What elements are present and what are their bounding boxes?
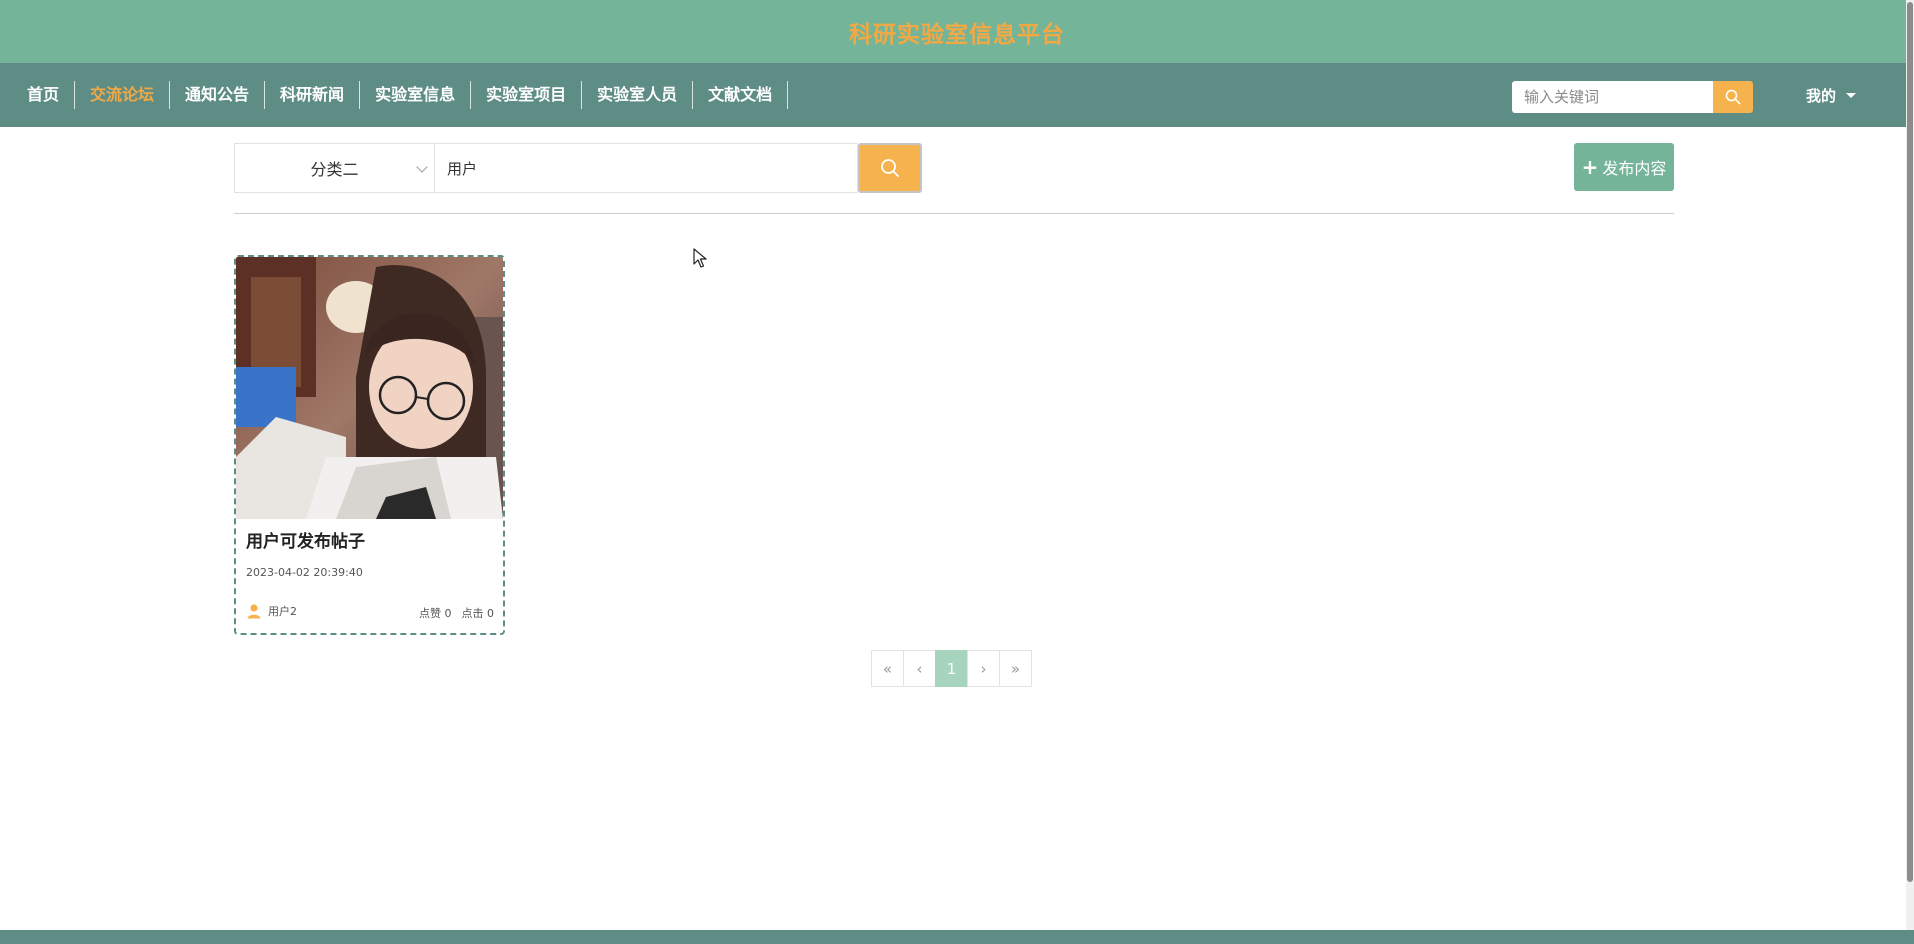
category-selected-value: 分类二 xyxy=(310,160,359,179)
keyword-input[interactable] xyxy=(434,143,858,193)
publish-button[interactable]: + 发布内容 xyxy=(1574,143,1674,191)
divider xyxy=(234,213,1674,214)
nav-list: 首页 交流论坛 通知公告 科研新闻 实验室信息 实验室项目 实验室人员 文献文档 xyxy=(12,63,789,127)
post-card[interactable]: 用户可发布帖子 2023-04-02 20:39:40 用户2 点赞 0 点击 … xyxy=(234,255,505,635)
nav-search xyxy=(1512,81,1753,113)
nav-item-lab-project[interactable]: 实验室项目 xyxy=(471,81,583,109)
category-select[interactable]: 分类二 xyxy=(234,143,434,193)
plus-icon: + xyxy=(1581,155,1599,179)
nav-item-home[interactable]: 首页 xyxy=(12,81,76,109)
nav-bar: 首页 交流论坛 通知公告 科研新闻 实验室信息 实验室项目 实验室人员 文献文档… xyxy=(0,63,1914,127)
page-number-button[interactable]: 1 xyxy=(935,650,968,687)
filter-row: 分类二 xyxy=(234,143,922,193)
post-image xyxy=(236,257,503,519)
post-stats: 点赞 0 点击 0 xyxy=(419,605,494,621)
mouse-cursor-icon xyxy=(693,248,707,268)
page-next-button[interactable]: › xyxy=(967,650,1000,687)
post-clicks: 点击 0 xyxy=(461,607,495,620)
page-last-button[interactable]: » xyxy=(999,650,1032,687)
user-menu-label: 我的 xyxy=(1806,86,1837,105)
search-icon xyxy=(881,159,899,177)
search-button[interactable] xyxy=(858,143,922,193)
scrollbar-thumb[interactable] xyxy=(1907,2,1913,882)
post-likes: 点赞 0 xyxy=(419,607,452,620)
publish-label: 发布内容 xyxy=(1602,159,1667,178)
nav-item-documents[interactable]: 文献文档 xyxy=(693,81,789,109)
nav-item-notice[interactable]: 通知公告 xyxy=(170,81,266,109)
user-menu[interactable]: 我的 xyxy=(1806,63,1857,127)
chevron-down-icon xyxy=(416,161,428,173)
site-title: 科研实验室信息平台 xyxy=(849,21,1065,48)
search-icon xyxy=(1725,89,1741,105)
post-title[interactable]: 用户可发布帖子 xyxy=(246,527,365,552)
nav-search-input[interactable] xyxy=(1512,81,1713,113)
user-icon xyxy=(247,604,261,619)
post-author: 用户2 xyxy=(246,603,297,619)
nav-item-news[interactable]: 科研新闻 xyxy=(265,81,361,109)
post-author-name: 用户2 xyxy=(268,605,297,618)
nav-item-forum[interactable]: 交流论坛 xyxy=(75,81,171,109)
nav-item-lab-staff[interactable]: 实验室人员 xyxy=(582,81,694,109)
post-photo xyxy=(236,257,503,519)
post-time: 2023-04-02 20:39:40 xyxy=(246,566,363,579)
page-first-button[interactable]: « xyxy=(871,650,904,687)
nav-search-button[interactable] xyxy=(1713,81,1753,113)
page-prev-button[interactable]: ‹ xyxy=(903,650,936,687)
nav-item-lab-info[interactable]: 实验室信息 xyxy=(360,81,472,109)
footer-strip xyxy=(0,930,1914,944)
caret-down-icon xyxy=(1846,92,1857,98)
title-bar: 科研实验室信息平台 xyxy=(0,0,1914,63)
pagination: « ‹ 1 › » xyxy=(871,650,1032,687)
